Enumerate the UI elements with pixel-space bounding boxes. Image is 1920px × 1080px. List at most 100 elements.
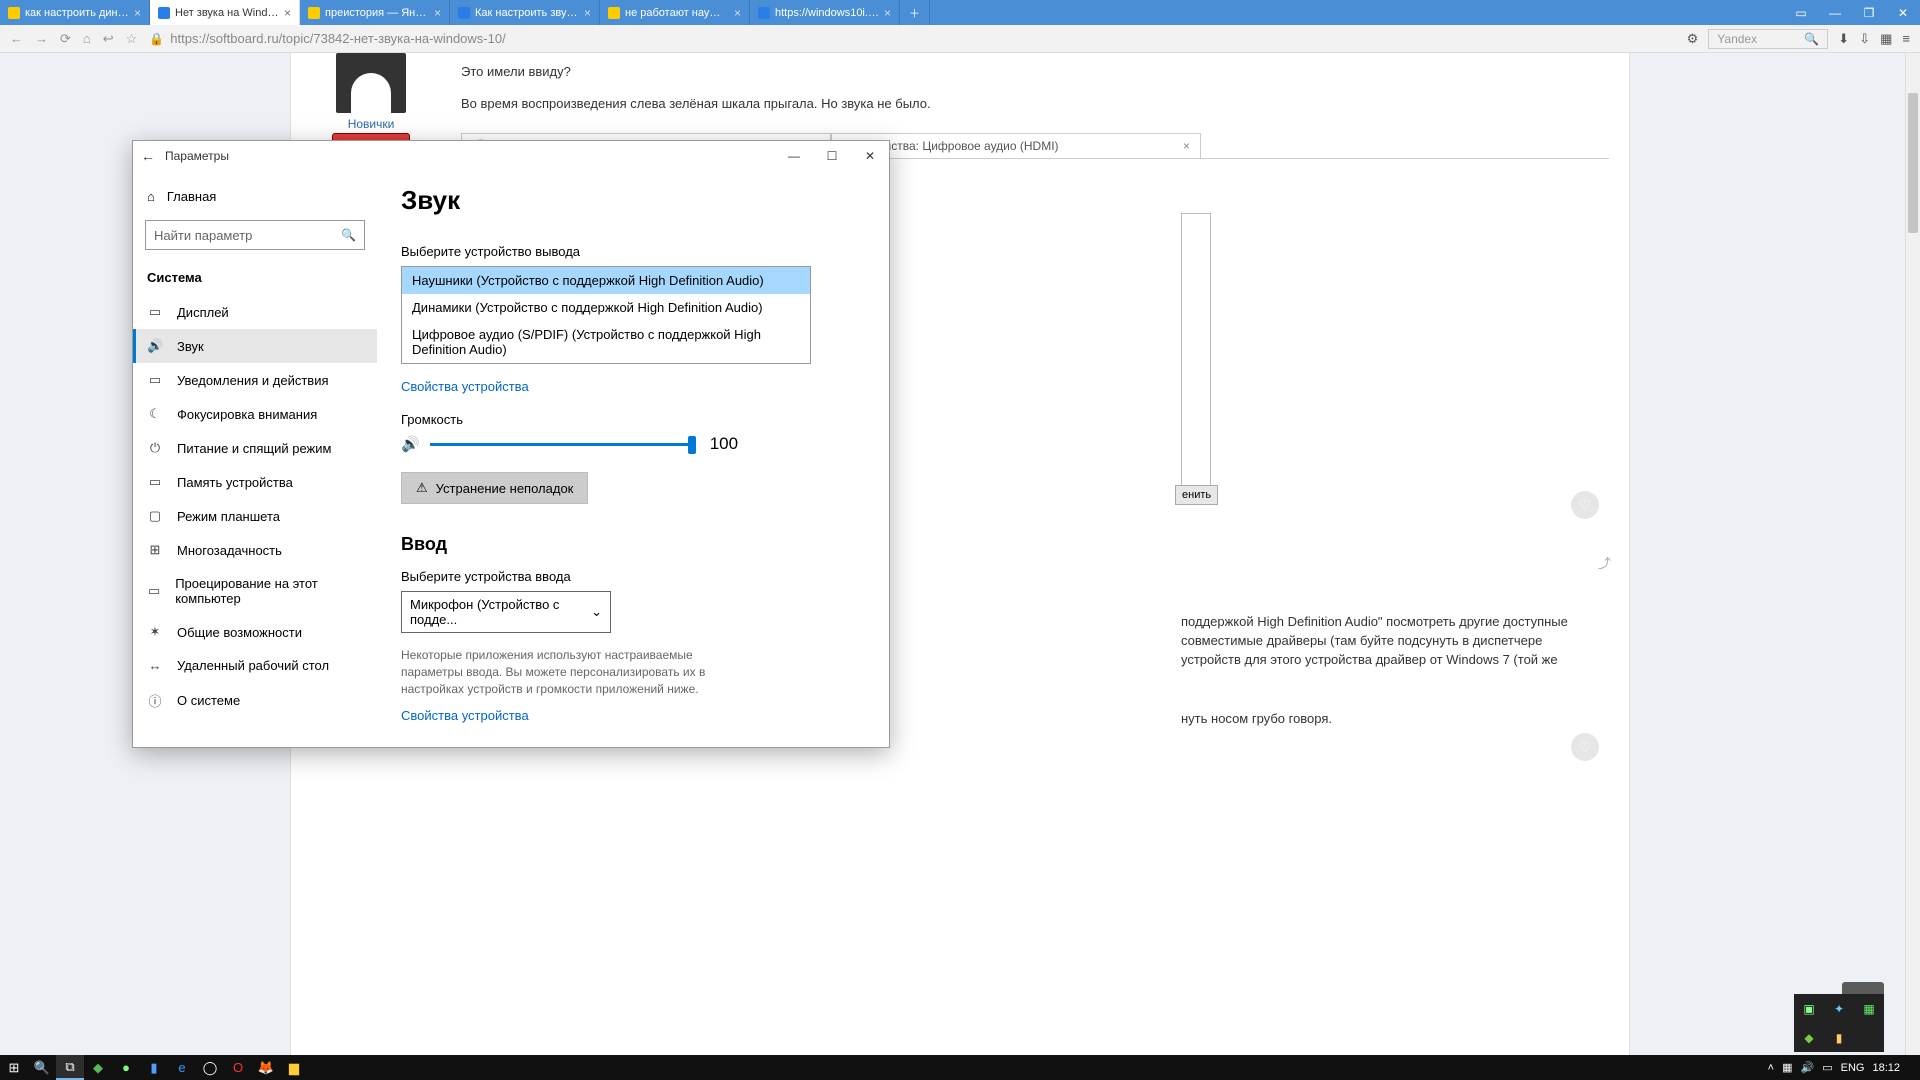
close-icon[interactable]: × [734, 6, 741, 20]
close-icon[interactable]: × [134, 6, 141, 20]
taskbar-app[interactable]: ● [112, 1055, 140, 1080]
taskbar-app-explorer[interactable]: ▆ [280, 1055, 308, 1080]
nav-item-sound[interactable]: 🔊Звук [133, 329, 377, 363]
system-tray-overflow[interactable]: ▣ ✦ ▦ ◆ ▮ [1794, 994, 1884, 1052]
tray-icon[interactable]: ▦ [1854, 994, 1884, 1023]
reload-icon[interactable]: ⟳ [60, 31, 71, 47]
taskview-button[interactable]: ⧉ [56, 1055, 84, 1080]
nav-item-display[interactable]: ▭Дисплей [133, 295, 377, 329]
like-button[interactable]: ♡ [1571, 733, 1599, 761]
import-icon[interactable]: ⇩ [1859, 31, 1870, 47]
maximize-icon[interactable]: ❐ [1852, 0, 1886, 25]
like-button[interactable]: ♡ [1571, 491, 1599, 519]
nav-home[interactable]: ⌂ Главная [133, 181, 377, 212]
display-icon: ▭ [147, 304, 163, 320]
troubleshoot-button[interactable]: ⚠Устранение неполадок [401, 472, 588, 504]
start-button[interactable]: ⊞ [0, 1055, 28, 1080]
nav-item-tablet[interactable]: ▢Режим планшета [133, 499, 377, 533]
nav-item-about[interactable]: ⓘО системе [133, 682, 377, 719]
network-icon[interactable]: ▦ [1782, 1061, 1792, 1074]
taskbar-app[interactable]: ▮ [140, 1055, 168, 1080]
device-properties-link[interactable]: Свойства устройства [401, 379, 529, 394]
grid-icon[interactable]: ▦ [1880, 31, 1892, 47]
close-icon[interactable]: ✕ [1886, 0, 1920, 25]
address-bar[interactable]: 🔒 https://softboard.ru/topic/73842-нет-з… [149, 31, 1674, 46]
search-icon: 🔍 [1804, 32, 1819, 46]
volume-label: Громкость [401, 412, 865, 427]
volume-slider[interactable] [430, 443, 694, 446]
history-icon[interactable]: ↩ [103, 31, 114, 47]
settings-search-input[interactable]: Найти параметр🔍 [145, 220, 365, 250]
share-icon[interactable]: ⤴ [1598, 553, 1611, 572]
taskbar-app-firefox[interactable]: 🦊 [252, 1055, 280, 1080]
dropdown-option[interactable]: Наушники (Устройство с поддержкой High D… [402, 267, 810, 294]
close-icon[interactable]: × [584, 6, 591, 20]
tray-chevron-icon[interactable]: ˄ [1768, 1062, 1774, 1074]
taskbar-app[interactable]: ◆ [84, 1055, 112, 1080]
action-center-icon[interactable]: ▭ [1822, 1061, 1832, 1074]
maximize-icon[interactable]: ☐ [813, 141, 851, 171]
embedded-tab-label: Свойства: Цифровое аудио (HDMI) [863, 139, 1059, 153]
taskbar-app-opera[interactable]: O [224, 1055, 252, 1080]
power-icon: ⏻ [147, 440, 163, 456]
language-indicator[interactable]: ENG [1841, 1062, 1865, 1074]
nav-item-power[interactable]: ⏻Питание и спящий режим [133, 431, 377, 465]
close-icon[interactable]: × [1183, 139, 1190, 153]
speaker-icon[interactable]: 🔊 [401, 435, 420, 453]
post-text: Это имели ввиду? [461, 63, 1609, 81]
close-icon[interactable]: ✕ [851, 141, 889, 171]
apply-button-fragment[interactable]: енить [1175, 485, 1218, 505]
download-icon[interactable]: ⬇ [1838, 31, 1849, 47]
output-device-dropdown[interactable]: Наушники (Устройство с поддержкой High D… [401, 266, 811, 364]
nav-item-multitask[interactable]: ⊞Многозадачность [133, 533, 377, 567]
nav-item-focus[interactable]: ☾Фокусировка внимания [133, 397, 377, 431]
close-icon[interactable]: × [284, 6, 291, 20]
new-tab-button[interactable]: ＋ [900, 0, 930, 25]
forward-icon[interactable]: → [35, 31, 48, 46]
close-icon[interactable]: × [434, 6, 441, 20]
back-icon[interactable]: ← [141, 148, 155, 164]
tab-title: преистория — Яндекс [325, 7, 429, 19]
taskbar-app-chrome[interactable]: ◯ [196, 1055, 224, 1080]
browser-tab[interactable]: https://windows10i.ru/w× [750, 0, 900, 25]
browser-tab[interactable]: Как настроить звук на× [450, 0, 600, 25]
search-engine-box[interactable]: Yandex🔍 [1708, 29, 1828, 49]
page-scrollbar[interactable] [1905, 53, 1920, 1055]
tray-icon[interactable]: ◆ [1794, 1023, 1824, 1052]
tray-icon[interactable]: ▣ [1794, 994, 1824, 1023]
clock[interactable]: 18:12 [1872, 1062, 1900, 1074]
device-properties-link[interactable]: Свойства устройства [401, 708, 529, 723]
browser-tab[interactable]: как настроить динами× [0, 0, 150, 25]
dropdown-option[interactable]: Динамики (Устройство с поддержкой High D… [402, 294, 810, 321]
shield-icon[interactable]: ⚙ [1687, 31, 1699, 47]
moon-icon: ☾ [147, 406, 163, 422]
dropdown-option[interactable]: Цифровое аудио (S/PDIF) (Устройство с по… [402, 321, 810, 363]
back-icon[interactable]: ← [10, 31, 23, 46]
nav-label: Главная [167, 189, 216, 204]
nav-item-remote[interactable]: ↔Удаленный рабочий стол [133, 649, 377, 682]
lock-icon: 🔒 [149, 32, 164, 46]
browser-tab[interactable]: преистория — Яндекс × [300, 0, 450, 25]
input-device-select[interactable]: Микрофон (Устройство с подде...⌄ [401, 591, 611, 633]
taskbar-app-edge[interactable]: e [168, 1055, 196, 1080]
warning-icon: ⚠ [416, 480, 428, 496]
minimize-icon[interactable]: — [775, 141, 813, 171]
home-icon: ⌂ [147, 189, 155, 204]
nav-item-storage[interactable]: ▭Память устройства [133, 465, 377, 499]
search-button[interactable]: 🔍 [28, 1055, 56, 1080]
nav-item-notifications[interactable]: ▭Уведомления и действия [133, 363, 377, 397]
minimize-icon[interactable]: — [1818, 0, 1852, 25]
tray-icon[interactable]: ✦ [1824, 994, 1854, 1023]
menu-icon[interactable]: ≡ [1902, 31, 1910, 46]
browser-tab[interactable]: не работают наушники× [600, 0, 750, 25]
scrollbar-thumb[interactable] [1908, 93, 1918, 233]
panel-icon[interactable]: ▭ [1784, 0, 1818, 25]
star-icon[interactable]: ☆ [126, 31, 138, 47]
browser-tab-active[interactable]: Нет звука на Windows × [150, 0, 300, 25]
tray-icon[interactable]: ▮ [1824, 1023, 1854, 1052]
home-icon[interactable]: ⌂ [83, 31, 91, 46]
close-icon[interactable]: × [884, 6, 891, 20]
nav-item-shared[interactable]: ✶Общие возможности [133, 615, 377, 649]
nav-item-project[interactable]: ▭Проецирование на этот компьютер [133, 567, 377, 615]
volume-icon[interactable]: 🔊 [1801, 1061, 1815, 1074]
